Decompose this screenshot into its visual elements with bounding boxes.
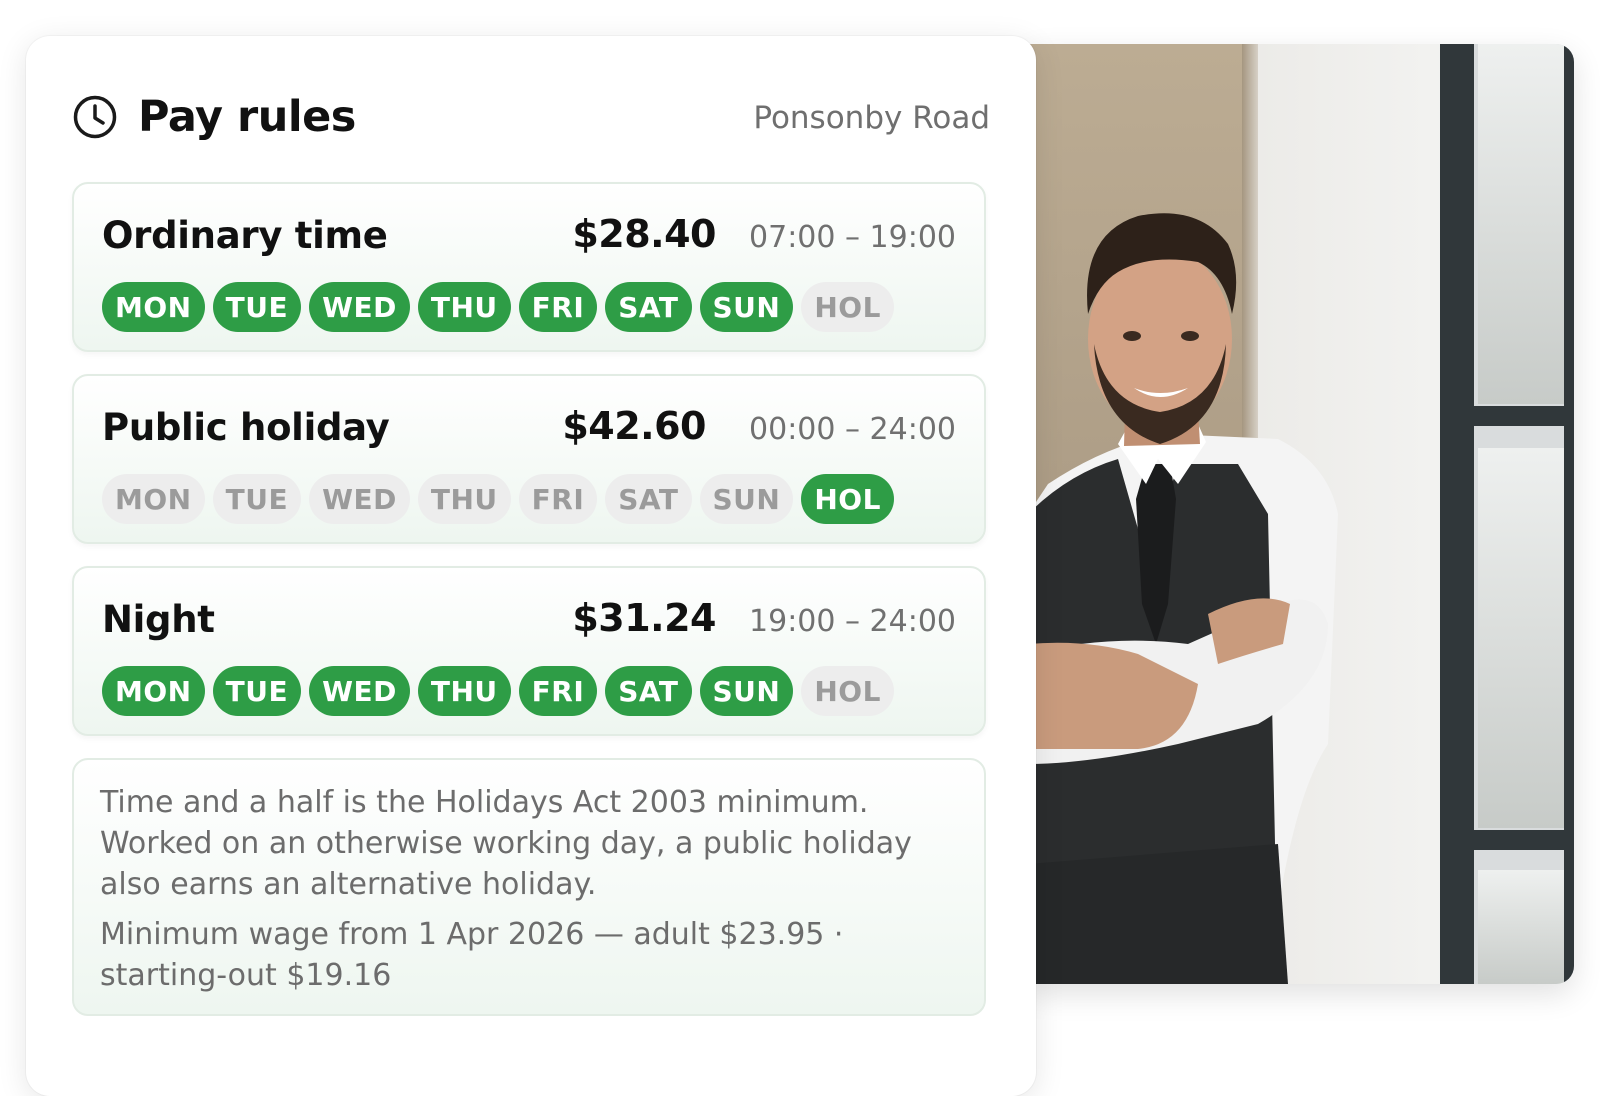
- day-chip-hol[interactable]: HOL: [801, 666, 894, 716]
- rule-name: Public holiday: [102, 406, 390, 449]
- day-chips: MON TUE WED THU FRI SAT SUN HOL: [102, 474, 894, 524]
- rule-name: Ordinary time: [102, 214, 388, 257]
- day-chip-wed[interactable]: WED: [309, 282, 410, 332]
- card-header: Pay rules Ponsonby Road: [72, 90, 990, 146]
- day-chips: MON TUE WED THU FRI SAT SUN HOL: [102, 282, 894, 332]
- rule-rate: $42.60: [562, 404, 706, 448]
- day-chip-tue[interactable]: TUE: [212, 474, 302, 524]
- rule-rate: $31.24: [572, 596, 716, 640]
- day-chip-mon[interactable]: MON: [102, 666, 205, 716]
- day-chip-thu[interactable]: THU: [417, 474, 511, 524]
- day-chip-sat[interactable]: SAT: [605, 474, 692, 524]
- day-chip-mon[interactable]: MON: [102, 282, 205, 332]
- day-chip-wed[interactable]: WED: [309, 666, 410, 716]
- day-chip-thu[interactable]: THU: [417, 666, 511, 716]
- day-chips: MON TUE WED THU FRI SAT SUN HOL: [102, 666, 894, 716]
- page-title: Pay rules: [138, 92, 356, 142]
- day-chip-sat[interactable]: SAT: [605, 666, 692, 716]
- day-chip-sun[interactable]: SUN: [699, 282, 794, 332]
- staff-photo: [1028, 44, 1574, 984]
- rule-hours: 07:00 – 19:00: [749, 220, 956, 255]
- day-chip-tue[interactable]: TUE: [212, 666, 302, 716]
- rule-name: Night: [102, 598, 215, 641]
- day-chip-sun[interactable]: SUN: [699, 474, 794, 524]
- day-chip-hol[interactable]: HOL: [801, 282, 894, 332]
- rule-hours: 19:00 – 24:00: [749, 604, 956, 639]
- day-chip-fri[interactable]: FRI: [518, 282, 598, 332]
- note-paragraph-1: Time and a half is the Holidays Act 2003…: [100, 785, 912, 902]
- note-paragraph-2: Minimum wage from 1 Apr 2026 — adult $23…: [100, 917, 844, 993]
- day-chip-mon[interactable]: MON: [102, 474, 205, 524]
- rule-hours: 00:00 – 24:00: [749, 412, 956, 447]
- day-chip-tue[interactable]: TUE: [212, 282, 302, 332]
- waiter-illustration: [1028, 213, 1338, 984]
- day-chip-thu[interactable]: THU: [417, 282, 511, 332]
- rule-rate: $28.40: [572, 212, 716, 256]
- day-chip-fri[interactable]: FRI: [518, 474, 598, 524]
- holidays-act-note: Time and a half is the Holidays Act 2003…: [72, 758, 986, 1016]
- pay-rules-card: Pay rules Ponsonby Road Ordinary time $2…: [26, 36, 1036, 1096]
- pay-rule-public-holiday[interactable]: Public holiday $42.60 00:00 – 24:00 MON T…: [72, 374, 986, 544]
- day-chip-wed[interactable]: WED: [309, 474, 410, 524]
- pay-rule-night[interactable]: Night $31.24 19:00 – 24:00 MON TUE WED THU F…: [72, 566, 986, 736]
- location-label: Ponsonby Road: [753, 100, 990, 136]
- day-chip-hol[interactable]: HOL: [801, 474, 894, 524]
- clock-icon: [73, 95, 117, 139]
- day-chip-sat[interactable]: SAT: [605, 282, 692, 332]
- day-chip-fri[interactable]: FRI: [518, 666, 598, 716]
- day-chip-sun[interactable]: SUN: [699, 666, 794, 716]
- pay-rule-ordinary-time[interactable]: Ordinary time $28.40 07:00 – 19:00 MON TU…: [72, 182, 986, 352]
